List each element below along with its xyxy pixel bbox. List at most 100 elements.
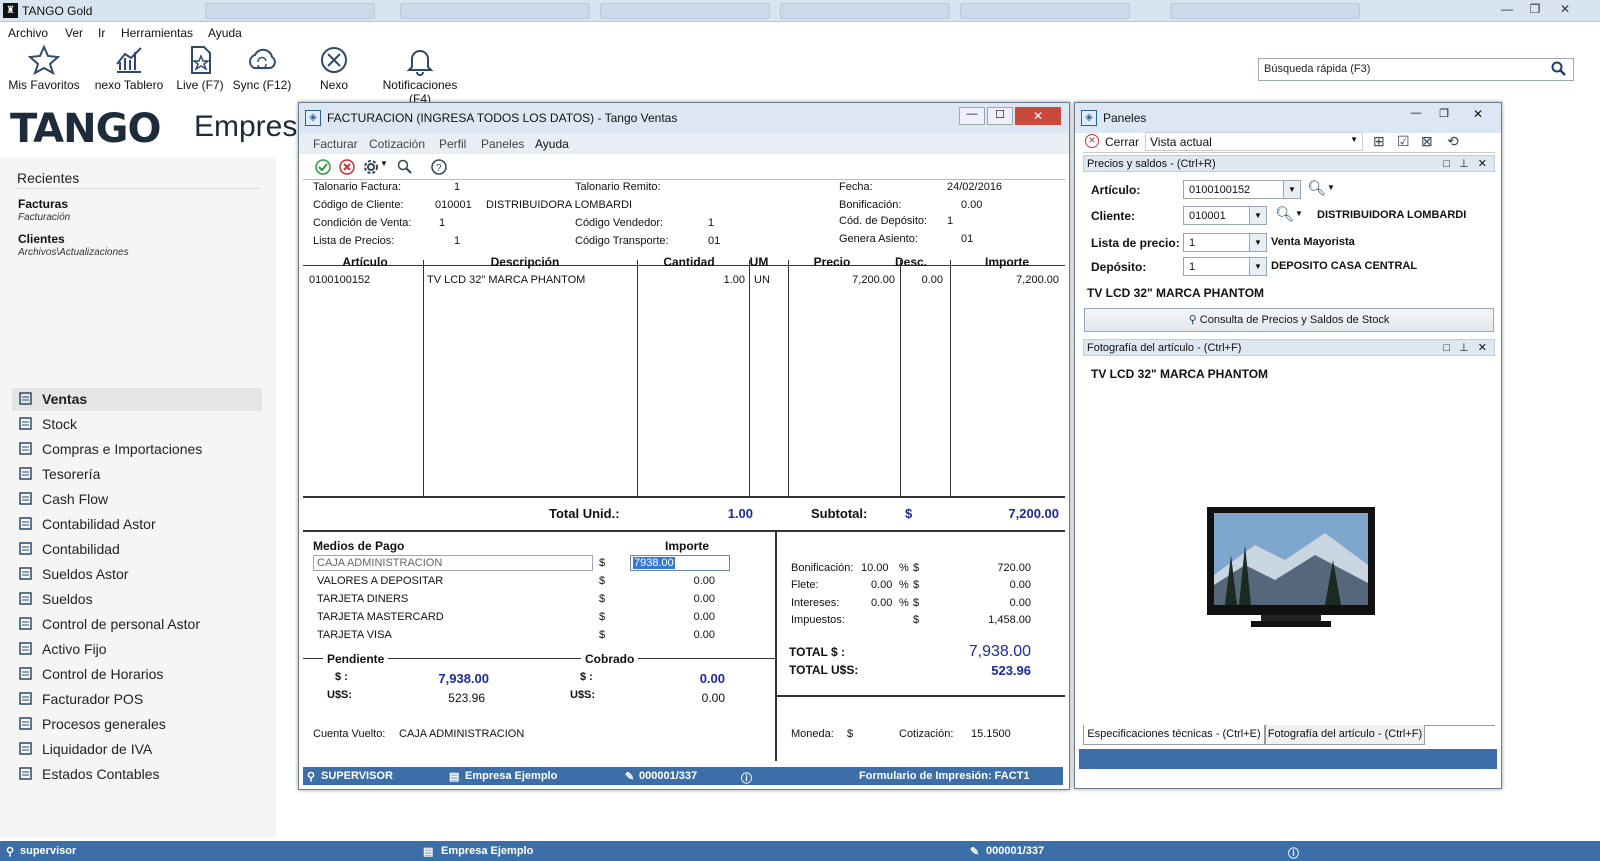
maximize-icon[interactable]: ☐: [987, 107, 1013, 125]
codigo-transporte-value[interactable]: 01: [708, 235, 720, 247]
restore-icon[interactable]: ❐: [1522, 1, 1548, 18]
cod-deposito-value[interactable]: 1: [947, 215, 953, 227]
accept-icon[interactable]: [315, 159, 331, 175]
recent-item-clientes[interactable]: Clientes: [18, 232, 65, 246]
fecha-value[interactable]: 24/02/2016: [947, 181, 1002, 193]
restore-icon[interactable]: ❐: [1431, 107, 1457, 125]
row-um[interactable]: UN: [754, 274, 770, 286]
medio-importe-input[interactable]: 7938.00: [630, 555, 730, 571]
menu-perfil[interactable]: Perfil: [439, 137, 466, 151]
minimize-icon[interactable]: —: [1494, 1, 1520, 18]
codigo-vendedor-value[interactable]: 1: [708, 217, 714, 229]
menu-herramientas[interactable]: Herramientas: [121, 26, 193, 40]
medio-pago-name[interactable]: TARJETA MASTERCARD: [317, 611, 444, 623]
chevron-down-icon[interactable]: ▼: [1249, 234, 1266, 251]
info-icon[interactable]: ⓘ: [741, 770, 752, 786]
nav-item-6[interactable]: Contabilidad: [12, 538, 262, 561]
recent-item-facturas[interactable]: Facturas: [18, 197, 68, 211]
chevron-down-icon[interactable]: ▼: [380, 159, 388, 168]
nav-item-2[interactable]: Compras e Importaciones: [12, 438, 262, 461]
menu-ayuda[interactable]: Ayuda: [535, 137, 569, 151]
reset-panel-icon[interactable]: ⟲: [1447, 133, 1459, 150]
row-precio[interactable]: 7,200.00: [829, 274, 895, 286]
deposito-combo[interactable]: 1 ▼: [1183, 257, 1267, 276]
row-desc[interactable]: 0.00: [899, 274, 943, 286]
bonificacion-value[interactable]: 0.00: [961, 199, 982, 211]
cancel-icon[interactable]: [339, 159, 355, 175]
search-icon[interactable]: 🔍︎: [1275, 205, 1294, 223]
close-icon[interactable]: ✕: [1552, 1, 1578, 18]
sync-button[interactable]: Sync (F12): [232, 44, 292, 92]
medio-pago-value[interactable]: 0.00: [659, 575, 715, 587]
notificaciones-button[interactable]: Notificaciones (F4): [370, 44, 470, 106]
medio-pago-value[interactable]: 0.00: [659, 611, 715, 623]
nav-item-15[interactable]: Estados Contables: [12, 763, 262, 786]
gear-icon[interactable]: [363, 159, 379, 175]
nav-item-5[interactable]: Contabilidad Astor: [12, 513, 262, 536]
live-button[interactable]: Live (F7): [174, 44, 226, 92]
nexo-button[interactable]: Nexo: [312, 44, 356, 92]
minimize-icon[interactable]: —: [1403, 107, 1429, 125]
panel-controls-icon[interactable]: □ ⊥ ✕: [1443, 341, 1490, 354]
genera-asiento-value[interactable]: 01: [961, 233, 973, 245]
chevron-down-icon[interactable]: ▼: [1327, 183, 1335, 192]
chevron-down-icon[interactable]: ▼: [1295, 209, 1303, 218]
lista-precios-value[interactable]: 1: [454, 235, 460, 247]
condicion-venta-value[interactable]: 1: [439, 217, 445, 229]
nav-item-8[interactable]: Sueldos: [12, 588, 262, 611]
nav-item-11[interactable]: Control de Horarios: [12, 663, 262, 686]
intereses-pct[interactable]: 0.00: [871, 597, 892, 609]
cliente-combo[interactable]: 010001 ▼: [1183, 206, 1267, 225]
consulta-precios-button[interactable]: ⚲ Consulta de Precios y Saldos de Stock: [1084, 308, 1494, 332]
nav-item-12[interactable]: Facturador POS: [12, 688, 262, 711]
check-panel-icon[interactable]: ☑: [1397, 133, 1410, 150]
minimize-icon[interactable]: —: [959, 107, 985, 125]
help-icon[interactable]: ?: [431, 159, 447, 175]
chevron-down-icon[interactable]: ▼: [1283, 181, 1300, 198]
flete-pct[interactable]: 0.00: [871, 579, 892, 591]
bonif-pct[interactable]: 10.00: [861, 562, 889, 574]
moneda-value[interactable]: $: [847, 728, 853, 740]
chevron-down-icon[interactable]: ▼: [1249, 258, 1266, 275]
nav-item-14[interactable]: Liquidador de IVA: [12, 738, 262, 761]
nav-item-1[interactable]: Stock: [12, 413, 262, 436]
lista-precio-combo[interactable]: 1 ▼: [1183, 233, 1267, 252]
zoom-icon[interactable]: [397, 159, 413, 175]
nav-item-13[interactable]: Procesos generales: [12, 713, 262, 736]
menu-cotizacion[interactable]: Cotización: [369, 137, 425, 151]
menu-ir[interactable]: Ir: [98, 26, 105, 40]
nexo-tablero-button[interactable]: nexo Tablero: [93, 44, 165, 92]
menu-ayuda[interactable]: Ayuda: [208, 26, 242, 40]
menu-archivo[interactable]: Archivo: [8, 26, 48, 40]
search-icon[interactable]: 🔍︎: [1307, 179, 1326, 197]
medio-pago-value[interactable]: 0.00: [659, 629, 715, 641]
vista-select[interactable]: Vista actual ▼: [1145, 132, 1363, 151]
menu-paneles[interactable]: Paneles: [481, 137, 524, 151]
talonario-factura-value[interactable]: 1: [454, 181, 460, 193]
tab-fotografia[interactable]: Fotografía del artículo - (Ctrl+F): [1265, 725, 1425, 745]
cotizacion-value[interactable]: 15.1500: [971, 728, 1011, 740]
menu-facturar[interactable]: Facturar: [313, 137, 358, 151]
add-panel-icon[interactable]: ⊞: [1373, 133, 1385, 150]
info-icon[interactable]: ⓘ: [1288, 845, 1299, 861]
close-icon[interactable]: ✕: [1463, 107, 1493, 125]
close-icon[interactable]: ✕: [1015, 107, 1061, 125]
nav-item-4[interactable]: Cash Flow: [12, 488, 262, 511]
tab-especificaciones[interactable]: Especificaciones técnicas - (Ctrl+E): [1083, 725, 1265, 745]
favoritos-button[interactable]: Mis Favoritos: [8, 44, 80, 92]
articulo-combo[interactable]: 0100100152 ▼: [1183, 180, 1301, 199]
nav-item-3[interactable]: Tesorería: [12, 463, 262, 486]
nav-item-9[interactable]: Control de personal Astor: [12, 613, 262, 636]
menu-ver[interactable]: Ver: [65, 26, 83, 40]
medio-pago-name[interactable]: TARJETA DINERS: [317, 593, 408, 605]
codigo-cliente-value[interactable]: 010001: [435, 199, 472, 211]
row-importe[interactable]: 7,200.00: [979, 274, 1059, 286]
chevron-down-icon[interactable]: ▼: [1249, 207, 1266, 224]
panel-controls-icon[interactable]: □ ⊥ ✕: [1443, 157, 1490, 170]
row-articulo[interactable]: 0100100152: [309, 274, 370, 286]
row-cantidad[interactable]: 1.00: [689, 274, 745, 286]
cerrar-button[interactable]: Cerrar: [1105, 135, 1139, 149]
medio-pago-name[interactable]: TARJETA VISA: [317, 629, 392, 641]
quick-search-input[interactable]: Búsqueda rápida (F3): [1258, 58, 1574, 81]
medio-pago-value[interactable]: 0.00: [659, 593, 715, 605]
